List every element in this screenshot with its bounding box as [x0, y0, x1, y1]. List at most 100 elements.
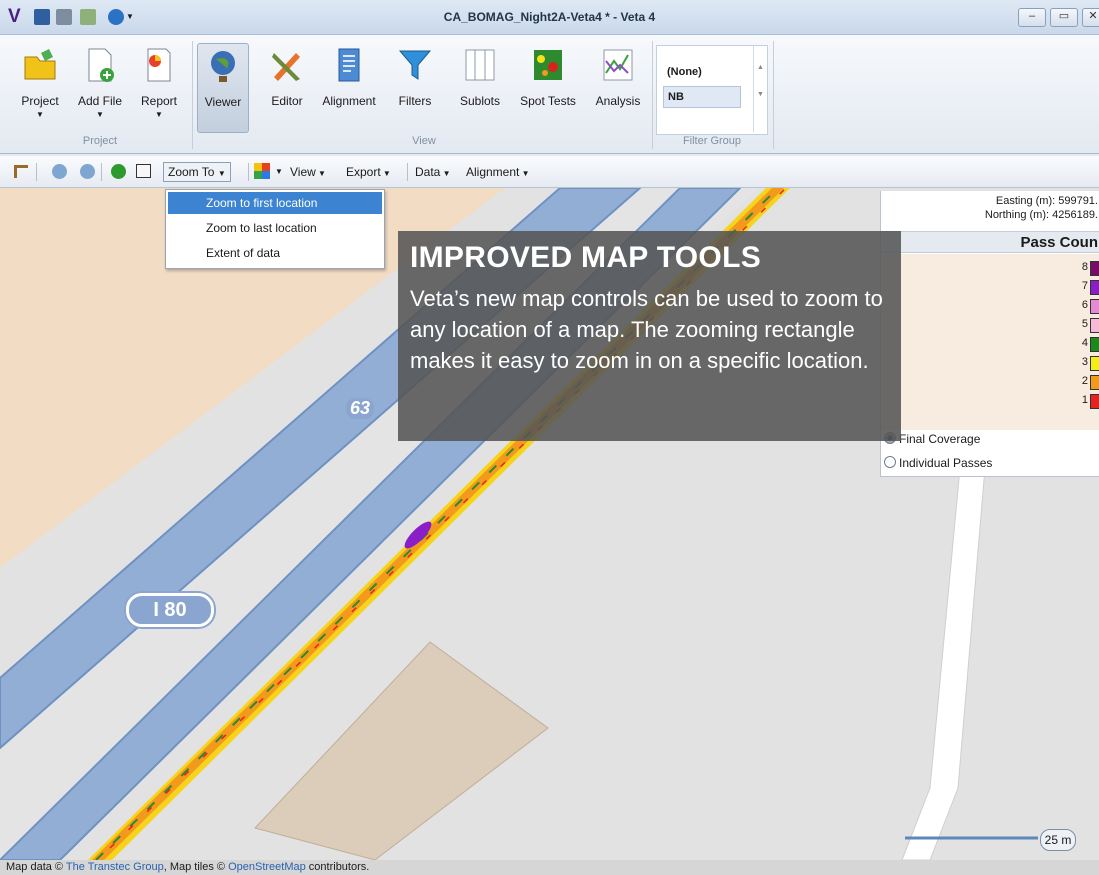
minimize-button[interactable]: – [1018, 8, 1046, 27]
window-title: CA_BOMAG_Night2A-Veta4 * - Veta 4 [443, 10, 656, 24]
attribution-middle: , Map tiles © [163, 861, 229, 873]
add-file-button[interactable]: Add File ▼ [72, 43, 128, 141]
view-group-label: View [412, 135, 436, 147]
final-coverage-label: Final Coverage [899, 432, 981, 446]
add-file-icon [88, 48, 114, 82]
legend-count: 8 [1081, 261, 1088, 273]
view-menu-label: View [290, 165, 316, 179]
sublots-label: Sublots [459, 94, 501, 108]
globe-icon [211, 51, 235, 82]
toolbar-divider [407, 163, 408, 181]
individual-passes-radio[interactable]: Individual Passes [884, 456, 992, 470]
group-divider [652, 41, 653, 149]
viewer-label: Viewer [204, 95, 242, 109]
view-menu[interactable]: View ▼ [290, 163, 326, 181]
chevron-down-icon: ▼ [155, 110, 163, 119]
alignment-label: Alignment [322, 94, 376, 108]
zoom-rectangle-icon[interactable] [136, 164, 151, 178]
legend-swatch [1090, 394, 1099, 409]
add-file-label: Add File [77, 94, 123, 108]
legend-swatch [1090, 356, 1099, 371]
gallery-scrollbar[interactable]: ▲ ▼ [753, 46, 767, 132]
openstreetmap-link[interactable]: OpenStreetMap [228, 861, 306, 873]
legend-count: 5 [1081, 318, 1088, 330]
feature-callout: IMPROVED MAP TOOLS Veta’s new map contro… [398, 231, 901, 441]
zoom-in-icon[interactable] [80, 164, 95, 179]
project-group-label: Project [82, 135, 118, 147]
zoom-to-menu: Zoom to first location Zoom to last loca… [165, 189, 385, 269]
report-button[interactable]: Report ▼ [134, 43, 184, 141]
title-bar: V ▼ CA_BOMAG_Night2A-Veta4 * - Veta 4 – … [0, 0, 1099, 35]
toolbar-divider [101, 163, 102, 181]
close-button[interactable]: ✕ [1082, 8, 1099, 27]
chevron-down-icon: ▼ [217, 169, 226, 178]
spot-tests-button[interactable]: Spot Tests [513, 43, 583, 141]
filter-group-gallery[interactable]: (None) NB ▲ ▼ [656, 45, 768, 135]
alignment-button[interactable]: Alignment [316, 43, 382, 141]
transtec-link[interactable]: The Transtec Group [66, 861, 164, 873]
chevron-down-icon: ▼ [96, 110, 104, 119]
legend-swatch [1090, 375, 1099, 390]
project-button[interactable]: Project ▼ [16, 43, 64, 141]
map-layers-icon[interactable] [254, 163, 270, 179]
easting-readout: Easting (m): 599791. [995, 195, 1098, 207]
toolbar-divider [36, 163, 37, 181]
legend-count: 3 [1081, 356, 1088, 368]
menu-item-extent[interactable]: Extent of data [168, 242, 382, 264]
filters-button[interactable]: Filters [392, 43, 438, 141]
data-menu[interactable]: Data ▼ [415, 163, 451, 181]
maximize-button[interactable]: ▭ [1050, 8, 1078, 27]
sublots-button[interactable]: Sublots [452, 43, 508, 141]
chart-icon [603, 49, 633, 81]
group-divider [192, 41, 193, 149]
pan-tool-icon[interactable] [14, 165, 28, 178]
viewer-button[interactable]: Viewer [197, 43, 249, 133]
back-arrow-icon[interactable] [111, 164, 126, 179]
legend-count: 7 [1081, 280, 1088, 292]
attribution-prefix: Map data © [6, 861, 66, 873]
editor-button[interactable]: Editor [262, 43, 312, 141]
export-menu-label: Export [346, 165, 381, 179]
menu-item-zoom-last[interactable]: Zoom to last location [168, 217, 382, 239]
legend-swatch [1090, 318, 1099, 333]
funnel-icon [398, 50, 432, 80]
alignment-menu-label: Alignment [466, 165, 520, 179]
filters-label: Filters [398, 94, 432, 108]
filter-option-nb[interactable]: NB [663, 86, 741, 108]
chevron-up-icon[interactable]: ▲ [754, 64, 767, 71]
filter-option-none[interactable]: (None) [663, 62, 739, 82]
zoom-out-icon[interactable] [52, 164, 67, 179]
legend-panel: Easting (m): 599791. Northing (m): 42561… [880, 191, 1099, 477]
alignment-icon [338, 48, 360, 82]
legend-swatch [1090, 337, 1099, 352]
legend-body: 8 7 6 5 4 3 2 1 [881, 254, 1099, 430]
chevron-down-icon[interactable]: ▼ [275, 163, 283, 181]
export-menu[interactable]: Export ▼ [346, 163, 391, 181]
chevron-down-icon[interactable]: ▼ [754, 91, 767, 98]
map-toolbar: Zoom To ▼ ▼ View ▼ Export ▼ Data ▼ Align… [0, 156, 1099, 188]
legend-count: 6 [1081, 299, 1088, 311]
radio-unselected-icon [884, 456, 896, 468]
report-icon [147, 48, 171, 82]
sublots-icon [465, 49, 495, 81]
legend-title: Pass Coun [881, 231, 1099, 253]
legend-count: 4 [1081, 337, 1088, 349]
folder-icon [24, 49, 56, 80]
analysis-button[interactable]: Analysis [590, 43, 646, 141]
legend-swatch [1090, 299, 1099, 314]
spot-tests-icon [534, 50, 562, 80]
legend-swatch [1090, 280, 1099, 295]
route-63-shield: 63 [346, 398, 375, 419]
ribbon: Project ▼ Add File ▼ Report ▼ Project Vi… [0, 35, 1099, 154]
scale-label: 25 m [1040, 829, 1076, 851]
zoom-to-dropdown[interactable]: Zoom To ▼ [163, 162, 231, 182]
chevron-down-icon: ▼ [519, 169, 530, 178]
menu-item-zoom-first[interactable]: Zoom to first location [168, 192, 382, 214]
project-label: Project [21, 94, 59, 108]
callout-title: IMPROVED MAP TOOLS [410, 241, 762, 274]
individual-passes-label: Individual Passes [899, 456, 993, 470]
toolbar-divider [248, 163, 249, 181]
legend-count: 1 [1081, 394, 1088, 406]
alignment-menu[interactable]: Alignment ▼ [466, 163, 530, 181]
filter-group-label: Filter Group [682, 135, 742, 147]
